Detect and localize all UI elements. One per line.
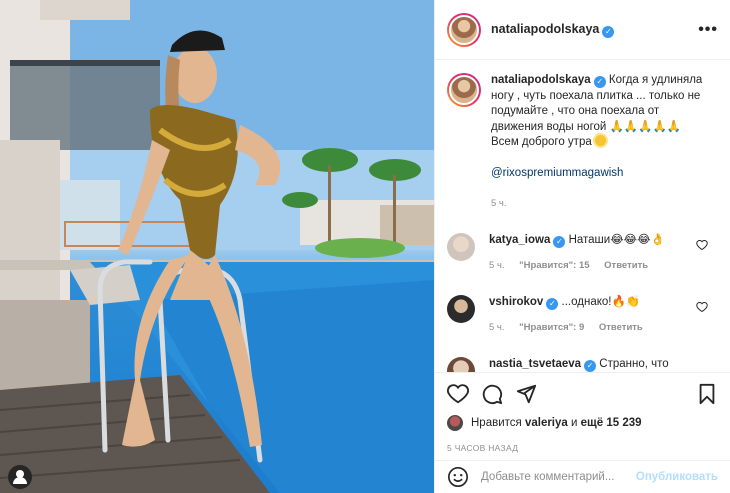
likes-prefix: Нравится — [471, 417, 522, 429]
author-avatar[interactable] — [447, 12, 481, 47]
comment-item: katya_iowa ✓ Наташи😂😂😂👌 5 ч. "Нравится": … — [447, 233, 718, 273]
commenter-avatar[interactable] — [447, 233, 475, 261]
caption-author-avatar[interactable] — [447, 73, 481, 107]
post-photo — [0, 0, 434, 493]
post-caption: nataliapodolskaya ✓ Когда я удлиняла ногу… — [447, 73, 718, 211]
comment-item: nastia_tsvetaeva ✓ Странно, что — [447, 357, 718, 372]
comment-like-heart-icon[interactable] — [696, 301, 708, 313]
comment-likes-count[interactable]: "Нравится": 9 — [519, 322, 584, 333]
likes-summary: Нравится valeriya и ещё 15 239 — [447, 415, 718, 431]
comment-like-heart-icon[interactable] — [696, 239, 708, 251]
comment-item: vshirokov ✓ ...однако!🔥👏 5 ч. "Нравится":… — [447, 295, 718, 335]
comment-username[interactable]: nastia_tsvetaeva — [489, 358, 581, 370]
liker-username[interactable]: valeriya — [525, 417, 568, 429]
comment-text: Странно, что — [599, 358, 669, 370]
caption-username[interactable]: nataliapodolskaya — [491, 74, 591, 86]
like-heart-icon[interactable] — [447, 383, 469, 405]
emoji-smiley-icon[interactable] — [447, 466, 469, 488]
likes-and: и — [571, 417, 578, 429]
photo-scene — [0, 0, 434, 493]
comment-bubble-icon[interactable] — [481, 383, 503, 405]
comment-reply-button[interactable]: Ответить — [604, 260, 648, 271]
comment-time[interactable]: 5 ч. — [489, 322, 505, 333]
posted-ago[interactable]: 5 ЧАСОВ НАЗАД — [447, 443, 718, 453]
verified-badge-icon: ✓ — [584, 360, 597, 372]
comment-username[interactable]: katya_iowa — [489, 234, 550, 246]
comment-likes-count[interactable]: "Нравится": 15 — [519, 260, 589, 271]
bookmark-icon[interactable] — [696, 383, 718, 405]
verified-badge-icon: ✓ — [593, 76, 606, 88]
more-options-icon[interactable]: ••• — [698, 21, 718, 39]
comment-text: Наташи😂😂😂👌 — [568, 234, 665, 246]
comment-time[interactable]: 5 ч. — [489, 260, 505, 271]
likes-count[interactable]: ещё 15 239 — [581, 417, 642, 429]
post-actions: Нравится valeriya и ещё 15 239 5 ЧАСОВ Н… — [435, 372, 730, 460]
comments-list[interactable]: nataliapodolskaya ✓ Когда я удлиняла ногу… — [435, 61, 730, 372]
comment-input[interactable] — [481, 471, 636, 483]
sun-emoji-icon — [594, 135, 606, 146]
post-side-panel: nataliapodolskaya ✓ ••• nataliapodolskaya… — [434, 0, 730, 493]
caption-mention-link[interactable]: @rixospremiummagawish — [491, 167, 623, 179]
share-paper-plane-icon[interactable] — [515, 383, 537, 405]
author-username[interactable]: nataliapodolskaya ✓ — [491, 22, 615, 38]
add-comment-bar: Опубликовать — [435, 460, 730, 493]
verified-badge-icon: ✓ — [602, 25, 615, 38]
comment-reply-button[interactable]: Ответить — [599, 322, 643, 333]
comment-text: ...однако!🔥👏 — [561, 296, 641, 308]
verified-badge-icon: ✓ — [546, 298, 559, 310]
caption-time[interactable]: 5 ч. — [491, 196, 711, 212]
verified-badge-icon: ✓ — [553, 236, 566, 248]
liker-avatar[interactable] — [447, 415, 463, 431]
post-comment-button[interactable]: Опубликовать — [636, 471, 718, 483]
tagged-user-icon[interactable] — [8, 465, 32, 489]
commenter-avatar[interactable] — [447, 357, 475, 372]
comment-username[interactable]: vshirokov — [489, 296, 543, 308]
post-header: nataliapodolskaya ✓ ••• — [435, 0, 730, 60]
commenter-avatar[interactable] — [447, 295, 475, 323]
